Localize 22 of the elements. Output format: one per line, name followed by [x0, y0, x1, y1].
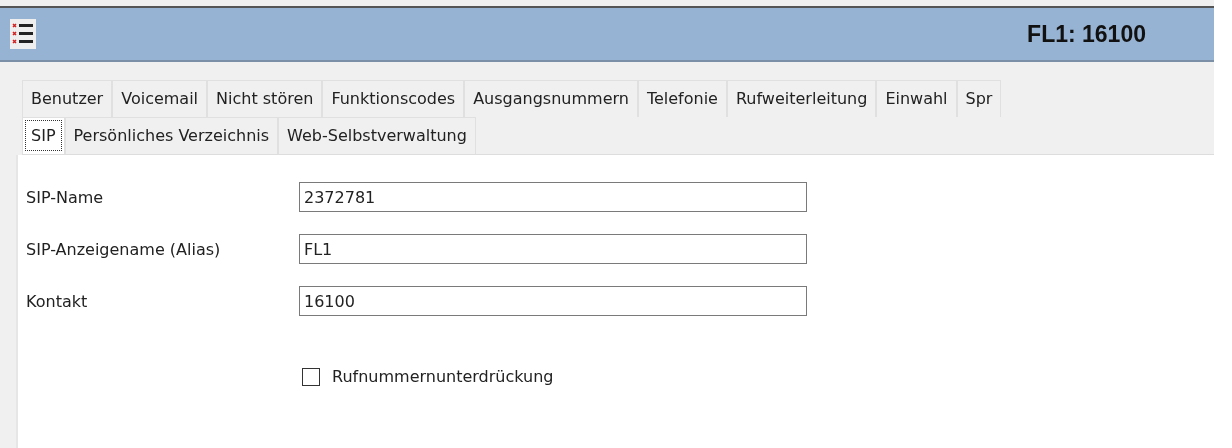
tab[interactable]: Einwahl: [876, 80, 957, 117]
tab[interactable]: Funktionscodes: [322, 80, 465, 117]
input-field[interactable]: 16100: [299, 286, 807, 316]
field-label: SIP-Name: [26, 187, 105, 207]
tab[interactable]: Web-Selbstverwaltung: [278, 117, 476, 154]
tab[interactable]: Spr: [956, 80, 1002, 117]
input-field[interactable]: 2372781: [299, 182, 807, 212]
tab[interactable]: Ausgangsnummern: [464, 80, 638, 117]
input-field[interactable]: FL1: [299, 234, 807, 264]
tab[interactable]: Telefonie: [637, 80, 727, 117]
field-label: Kontakt: [26, 291, 89, 311]
tab[interactable]: Nicht stören: [207, 80, 323, 117]
tab[interactable]: Voicemail: [112, 80, 208, 117]
field-label: SIP-Anzeigename (Alias): [26, 239, 222, 259]
checkbox-label[interactable]: Rufnummernunterdrückung: [332, 367, 554, 386]
tab[interactable]: Persönliches Verzeichnis: [64, 117, 279, 154]
tab[interactable]: SIP: [22, 117, 65, 154]
list-icon: [10, 19, 36, 49]
tab[interactable]: Benutzer: [22, 80, 113, 117]
tab[interactable]: Rufweiterleitung: [726, 80, 877, 117]
checkbox[interactable]: [302, 367, 320, 386]
window-title: FL1: 16100: [1027, 20, 1146, 48]
